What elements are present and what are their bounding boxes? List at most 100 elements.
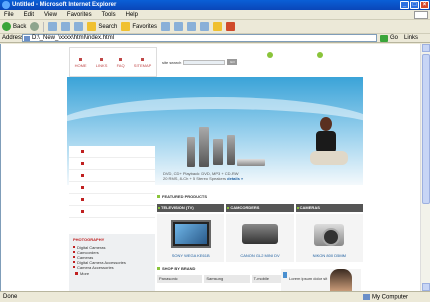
menu-bar: File Edit View Favorites Tools Help	[0, 10, 430, 20]
back-button[interactable]: Back	[2, 22, 26, 31]
print-icon[interactable]	[187, 22, 197, 31]
back-arrow-icon	[2, 22, 11, 31]
photography-item[interactable]: Camera Accessories	[73, 265, 151, 270]
scroll-down-icon[interactable]	[422, 283, 430, 291]
brand-item[interactable]: Panasonic	[157, 275, 203, 283]
speaker-image	[227, 135, 235, 165]
messenger-icon[interactable]	[226, 22, 236, 31]
nav-home[interactable]: HOME	[75, 58, 87, 76]
speaker-image	[187, 137, 195, 167]
side-menu-item[interactable]	[69, 146, 155, 158]
info-icon	[283, 272, 287, 278]
home-green-icon[interactable]	[267, 52, 273, 58]
scroll-thumb[interactable]	[422, 54, 430, 204]
tv-image	[171, 220, 211, 248]
vertical-scrollbar[interactable]	[420, 44, 430, 291]
close-button[interactable]: ×	[420, 1, 429, 9]
bullet-icon	[81, 198, 84, 201]
address-value: D:\_New_\xxxx\html\index.html	[32, 35, 115, 41]
address-bar: Address D:\_New_\xxxx\html\index.html Go…	[0, 34, 430, 43]
product-card[interactable]: CANON GL2 MINI DV	[226, 214, 294, 262]
menu-favorites[interactable]: Favorites	[67, 10, 92, 19]
site-search-go-button[interactable]: GO	[227, 59, 238, 65]
search-button[interactable]: Search	[87, 22, 117, 31]
details-link[interactable]: details »	[227, 176, 243, 181]
refresh-icon[interactable]	[61, 22, 71, 31]
edit-icon[interactable]	[200, 22, 210, 31]
more-link[interactable]: More	[73, 271, 151, 276]
nav-dot-icon	[141, 58, 145, 61]
security-zone: My Computer	[362, 293, 408, 300]
site-search-input[interactable]	[183, 59, 226, 65]
site-search-label: site search	[162, 59, 182, 65]
menu-view[interactable]: View	[44, 10, 57, 19]
maximize-button[interactable]: □	[410, 1, 419, 9]
product-caption[interactable]: CANON GL2 MINI DV	[226, 253, 293, 258]
bullet-icon	[157, 267, 160, 270]
contact-green-icon[interactable]	[317, 52, 323, 58]
page-icon	[24, 36, 30, 41]
category-tab-cameras[interactable]: CAMERAS	[295, 204, 363, 212]
status-bar: Done My Computer	[0, 291, 430, 302]
bullet-icon	[81, 210, 84, 213]
stop-icon[interactable]	[48, 22, 58, 31]
links-button[interactable]: Links	[404, 35, 418, 41]
product-card[interactable]: SONY WEGA KE61B	[157, 214, 225, 262]
history-icon[interactable]	[161, 22, 171, 31]
site-search: site search GO	[162, 59, 238, 65]
menu-help[interactable]: Help	[126, 10, 138, 19]
menu-edit[interactable]: Edit	[24, 10, 34, 19]
go-arrow-icon	[380, 34, 388, 42]
toolbar-separator	[43, 21, 45, 32]
brand-item[interactable]: Samsung	[204, 275, 250, 283]
side-menu-item[interactable]	[69, 158, 155, 170]
menu-file[interactable]: File	[4, 10, 14, 19]
nav-sitemap[interactable]: SITEMAP	[134, 58, 151, 76]
promo-text: Lorem ipsum dolor sit	[289, 276, 328, 281]
shop-by-brand-heading: SHOP BY BRAND	[157, 266, 195, 271]
menu-tools[interactable]: Tools	[102, 10, 116, 19]
windows-logo-icon	[414, 11, 428, 19]
address-label: Address	[2, 35, 25, 41]
scroll-up-icon[interactable]	[422, 44, 430, 52]
nav-dot-icon	[119, 58, 123, 61]
bullet-icon	[81, 174, 84, 177]
category-tab-television[interactable]: TELEVISION (TV)	[157, 204, 225, 212]
category-tab-camcorders[interactable]: CAMCORDERS	[226, 204, 294, 212]
product-caption[interactable]: NIKON 800 D5MM	[296, 253, 363, 258]
go-button[interactable]: Go	[380, 34, 398, 42]
camcorder-image	[242, 224, 279, 244]
dvd-player-image	[237, 159, 265, 166]
folder-icon[interactable]	[213, 22, 223, 31]
nav-dot-icon	[79, 58, 83, 61]
product-card[interactable]: NIKON 800 D5MM	[295, 214, 363, 262]
photography-panel: PHOTOGRAPHY Digital Cameras Camcorders C…	[69, 234, 155, 291]
photography-heading: PHOTOGRAPHY	[73, 237, 105, 242]
home-icon[interactable]	[74, 22, 84, 31]
side-menu-item[interactable]	[69, 194, 155, 206]
more-bullet-icon	[75, 272, 78, 275]
bullet-icon	[81, 186, 84, 189]
category-tabs: TELEVISION (TV) CAMCORDERS CAMERAS	[157, 204, 363, 212]
forward-arrow-icon[interactable]	[30, 22, 40, 31]
nav-faq[interactable]: FAQ	[117, 58, 125, 76]
nav-links[interactable]: LINKS	[96, 58, 107, 76]
status-text: Done	[3, 294, 18, 300]
side-menu-item[interactable]	[69, 170, 155, 182]
window-controls: _ □ ×	[400, 1, 429, 9]
promo-image	[330, 269, 352, 291]
minimize-button[interactable]: _	[400, 1, 409, 9]
side-menu-item[interactable]	[69, 206, 155, 218]
ie-logo-icon	[2, 1, 10, 9]
address-input[interactable]: D:\_New_\xxxx\html\index.html	[22, 34, 377, 42]
computer-icon	[362, 293, 370, 300]
side-menu	[69, 146, 155, 226]
title-bar: Untitled - Microsoft Internet Explorer _…	[0, 0, 430, 10]
product-grid: SONY WEGA KE61B CANON GL2 MINI DV NIKON …	[157, 214, 363, 262]
mail-icon[interactable]	[174, 22, 184, 31]
speaker-image	[213, 139, 223, 165]
product-caption[interactable]: SONY WEGA KE61B	[157, 253, 224, 258]
brand-list: Panasonic Samsung T-mobile	[157, 275, 297, 283]
side-menu-item[interactable]	[69, 182, 155, 194]
favorites-button[interactable]: Favorites	[121, 22, 157, 31]
